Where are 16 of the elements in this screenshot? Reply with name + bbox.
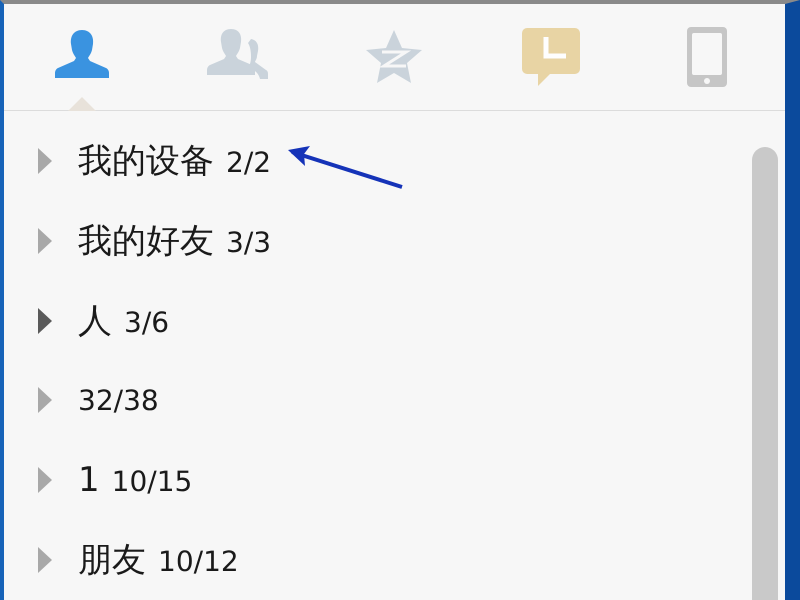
group-count: 2/2	[226, 146, 272, 179]
clock-chat-icon	[522, 28, 580, 86]
phone-icon	[686, 27, 727, 87]
caret-icon[interactable]	[38, 308, 52, 334]
group-name: 人	[78, 300, 112, 343]
group-name: 1	[78, 460, 100, 500]
group-count: 32/38	[78, 384, 159, 417]
scrollbar-thumb[interactable]	[752, 147, 778, 600]
group-count: 10/15	[112, 465, 192, 498]
group-name: 朋友	[78, 539, 146, 582]
group-count: 3/3	[226, 226, 272, 259]
star-icon	[364, 28, 424, 86]
group-name: 我的好友	[78, 220, 214, 263]
group-name: 我的设备	[78, 140, 214, 183]
group-count: 10/12	[158, 545, 239, 578]
group-count: 3/6	[124, 306, 170, 339]
